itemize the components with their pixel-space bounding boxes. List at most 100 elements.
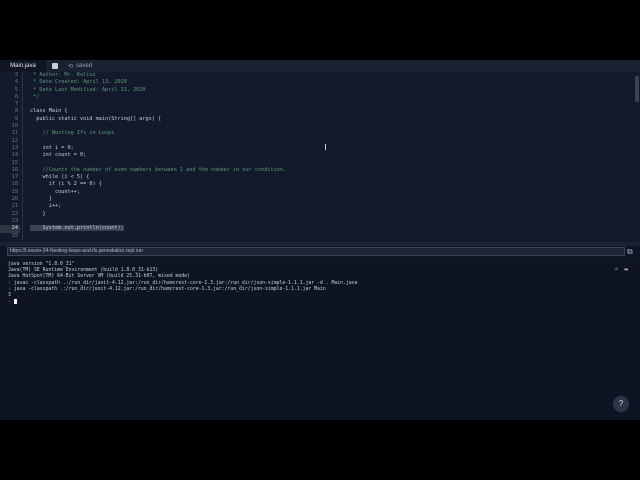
code-line[interactable]: 11 // Nesting Ifs in Loops <box>0 130 640 138</box>
code-content: i++; <box>30 203 62 210</box>
code-text <box>22 159 30 167</box>
code-line[interactable]: 21 i++; <box>0 203 640 211</box>
code-content: //Counts the number of even numbers betw… <box>30 166 287 173</box>
prompt-icon: › <box>8 300 11 306</box>
code-line[interactable]: 4 * Date Created: April 13, 2020 <box>0 79 640 87</box>
line-number: 4 <box>14 79 18 86</box>
code-text: if (i % 2 == 0) { <box>22 181 102 189</box>
code-line[interactable]: 12 <box>0 137 640 145</box>
code-text: while (i < 5) { <box>22 174 89 182</box>
code-line[interactable]: 9 public static void main(String[] args)… <box>0 115 640 124</box>
code-line[interactable]: 8 class Main { <box>0 108 640 116</box>
text-cursor <box>13 299 17 305</box>
code-line[interactable]: 14 int count = 0; <box>0 152 640 160</box>
code-content: public static void main(String[] args) { <box>30 115 162 122</box>
code-line[interactable]: 20 } <box>0 196 640 204</box>
code-line[interactable]: 6 */ <box>0 93 640 102</box>
console-tools: ⌕ ▬ <box>615 266 628 273</box>
code-content: int i = 0; <box>30 144 74 151</box>
code-text: i++; <box>22 203 62 211</box>
search-icon[interactable]: ⌕ <box>615 266 619 273</box>
code-text: } <box>22 210 46 218</box>
code-text: */ <box>22 93 40 102</box>
console-output[interactable]: java version "1.8.0_31" Java(TM) SE Runti… <box>0 258 640 420</box>
console-text: java -classpath .:/run_dir/junit-4.12.ja… <box>10 286 326 292</box>
file-icon[interactable] <box>52 63 58 69</box>
code-content: } <box>30 196 52 203</box>
console-input-line[interactable]: › <box>8 299 632 306</box>
code-content: } <box>30 210 46 217</box>
line-number: 12 <box>11 137 18 144</box>
code-content: * Author: Mr. Kalisz <box>30 72 96 78</box>
code-line[interactable]: 15 <box>0 159 640 167</box>
mouse-cursor <box>325 144 327 150</box>
open-new-window-icon[interactable]: ⧉ <box>627 247 633 256</box>
line-number: 9 <box>14 115 18 122</box>
code-line[interactable]: 25 <box>0 232 640 240</box>
code-content: System.out.println(count); <box>30 225 124 232</box>
code-text: class Main { <box>22 108 67 116</box>
code-line[interactable]: 22 } <box>0 210 640 218</box>
url-bar[interactable]: https://Lesson-34-Nesting-loops-and-ifs.… <box>7 247 625 256</box>
line-number: 18 <box>11 181 18 188</box>
code-line[interactable]: 7 <box>0 101 640 109</box>
editor-scrollbar[interactable] <box>635 76 639 102</box>
code-content: * Date Last Modified: April 13, 2020 <box>30 86 146 93</box>
code-text: * Author: Mr. Kalisz <box>22 72 96 80</box>
pane-divider[interactable] <box>0 242 640 246</box>
code-text: System.out.println(count); <box>22 225 124 233</box>
help-button[interactable]: ? <box>613 396 629 412</box>
code-text: } <box>22 196 52 204</box>
line-number: 25 <box>11 232 18 239</box>
line-number: 24 <box>0 225 20 233</box>
clear-console-icon[interactable]: ▬ <box>624 266 628 273</box>
code-line[interactable]: 16 //Counts the number of even numbers b… <box>0 166 640 175</box>
code-line[interactable]: 5 * Date Last Modified: April 13, 2020 <box>0 86 640 94</box>
line-number: 11 <box>11 130 18 137</box>
code-line[interactable]: 3 * Author: Mr. Kalisz <box>0 72 640 80</box>
save-status-label: saved <box>76 63 93 69</box>
code-text: int i = 0; <box>22 144 74 153</box>
code-line[interactable]: 18 if (i % 2 == 0) { <box>0 181 640 189</box>
code-line[interactable]: 10 <box>0 123 640 131</box>
code-content: */ <box>30 93 40 100</box>
code-text <box>22 123 30 131</box>
code-content: // Nesting Ifs in Loops <box>30 130 115 137</box>
tab-main-java[interactable]: Main.java <box>0 60 46 72</box>
line-number: 3 <box>14 72 18 78</box>
code-text: //Counts the number of even numbers betw… <box>22 166 287 175</box>
line-number: 21 <box>11 203 18 210</box>
console-text: 3 <box>8 293 11 299</box>
code-line[interactable]: 19 count++; <box>0 188 640 197</box>
code-editor[interactable]: 3 * Author: Mr. Kalisz 4 * Date Created: … <box>0 72 640 242</box>
code-text: count++; <box>22 188 80 197</box>
console-text: javac -classpath .:/run_dir/junit-4.12.j… <box>10 280 358 286</box>
console-text: Java HotSpot(TM) 64-Bit Server VM (build… <box>8 274 190 280</box>
code-text <box>22 101 30 109</box>
url-text: https://Lesson-34-Nesting-loops-and-ifs.… <box>10 248 143 254</box>
editor-tabbar: Main.java ⟲ saved <box>0 60 640 72</box>
line-number: 13 <box>11 144 18 151</box>
line-number: 15 <box>11 159 18 166</box>
code-line[interactable]: 17 while (i < 5) { <box>0 174 640 182</box>
line-number: 20 <box>11 196 18 203</box>
code-text <box>22 232 30 240</box>
code-line[interactable]: 13 int i = 0; <box>0 144 640 153</box>
code-text: * Date Last Modified: April 13, 2020 <box>22 86 146 94</box>
code-text <box>22 217 30 226</box>
code-text: // Nesting Ifs in Loops <box>22 130 115 138</box>
line-number: 14 <box>11 152 18 159</box>
repl-workspace: Main.java ⟲ saved 3 * Author: Mr. Kalisz 4… <box>0 60 640 420</box>
code-line[interactable]: 24 System.out.println(count); <box>0 225 640 233</box>
help-label: ? <box>618 399 624 408</box>
code-text: * Date Created: April 13, 2020 <box>22 79 127 87</box>
line-number: 7 <box>14 101 18 108</box>
code-content: int count = 0; <box>30 152 87 159</box>
code-content: if (i % 2 == 0) { <box>30 181 102 188</box>
line-number: 17 <box>11 174 18 181</box>
line-number: 5 <box>14 86 18 93</box>
console-text: java version "1.8.0_31" <box>8 262 75 267</box>
code-content: count++; <box>30 188 80 195</box>
line-number: 10 <box>11 123 18 130</box>
code-line[interactable]: 23 <box>0 217 640 226</box>
